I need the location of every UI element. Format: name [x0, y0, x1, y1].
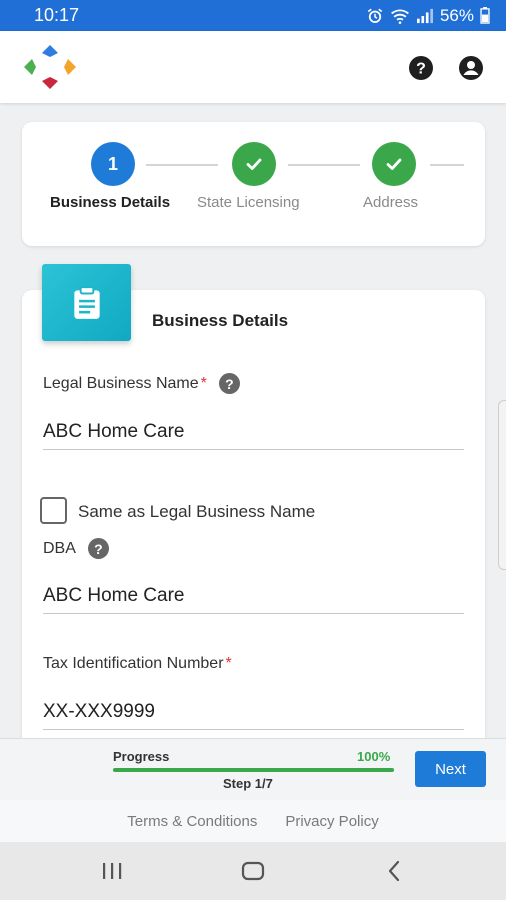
step-3-label[interactable]: Address: [363, 194, 418, 211]
status-time: 10:17: [34, 5, 80, 25]
battery-icon: [480, 7, 490, 24]
form-title: Business Details: [152, 311, 289, 330]
scrollbar[interactable]: [498, 400, 506, 570]
status-bar: 10:17 56%: [0, 0, 506, 31]
help-icon[interactable]: ?: [408, 55, 434, 81]
status-icons: 56%: [366, 6, 490, 26]
stepper-card: 1 Business Details State Licensing Addre…: [22, 122, 485, 246]
step-2-marker[interactable]: [232, 142, 276, 186]
signal-icon: [416, 8, 433, 23]
progress-label: Progress: [113, 749, 170, 764]
check-icon: [386, 158, 402, 170]
same-as-legal-checkbox[interactable]: [40, 497, 67, 524]
step-2-label[interactable]: State Licensing: [197, 194, 300, 211]
back-icon[interactable]: [382, 858, 408, 884]
dba-input[interactable]: [43, 578, 464, 614]
step-1-label[interactable]: Business Details: [50, 194, 170, 211]
svg-text:?: ?: [416, 61, 426, 78]
progress-track: [113, 768, 394, 772]
recents-icon[interactable]: [99, 858, 125, 884]
tax-id-input[interactable]: [43, 694, 464, 730]
app-header: ?: [0, 31, 506, 103]
legal-name-input[interactable]: [43, 414, 464, 450]
battery-percent: 56%: [439, 5, 474, 25]
nav-bar: [0, 842, 506, 900]
help-icon[interactable]: ?: [87, 538, 109, 559]
form-icon-tile: [42, 264, 131, 341]
progress-fill: [113, 768, 394, 772]
help-icon[interactable]: ?: [218, 373, 240, 394]
dba-label: DBA ?: [43, 538, 109, 559]
clipboard-icon: [73, 285, 100, 319]
step-1-marker[interactable]: 1: [91, 142, 135, 186]
dba-label-text: DBA: [43, 539, 76, 557]
alarm-icon: [367, 8, 383, 23]
progress-percent: 100%: [357, 749, 391, 764]
home-icon[interactable]: [240, 858, 266, 884]
step-1-number: 1: [107, 153, 118, 174]
tax-id-label: Tax Identification Number *: [43, 655, 232, 673]
app-logo[interactable]: [22, 42, 78, 92]
tax-id-label-text: Tax Identification Number: [43, 655, 224, 672]
wifi-icon: [391, 8, 409, 24]
footer: Terms & Conditions Privacy Policy: [0, 800, 506, 842]
step-connector: [288, 164, 360, 166]
terms-link[interactable]: Terms & Conditions: [127, 813, 257, 830]
same-as-legal-label[interactable]: Same as Legal Business Name: [78, 502, 315, 522]
progress-bar-area: Progress 100% Step 1/7 Next: [0, 738, 506, 800]
required-mark: *: [225, 655, 232, 672]
legal-name-label-text: Legal Business Name: [43, 374, 199, 392]
account-icon[interactable]: [458, 55, 484, 81]
step-connector: [430, 164, 464, 166]
privacy-link[interactable]: Privacy Policy: [285, 813, 378, 830]
next-button[interactable]: Next: [415, 751, 486, 787]
legal-name-label: Legal Business Name * ?: [43, 373, 240, 394]
step-counter: Step 1/7: [223, 776, 273, 791]
step-3-marker[interactable]: [372, 142, 416, 186]
required-mark: *: [200, 374, 207, 392]
step-connector: [146, 164, 218, 166]
check-icon: [246, 158, 262, 170]
